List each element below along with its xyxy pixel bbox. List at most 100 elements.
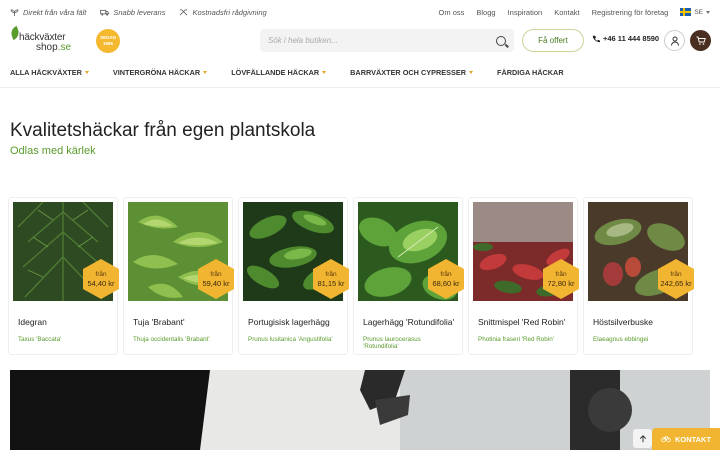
sprout-icon	[10, 8, 19, 16]
price-value: 72,80 kr	[547, 279, 575, 288]
product-latin-name: Prunus lusitanica 'Angustifolia'	[248, 336, 333, 343]
top-link-about[interactable]: Om oss	[439, 8, 465, 17]
chevron-down-icon	[84, 71, 89, 74]
nav-item-evergreen[interactable]: VINTERGRÖNA HÄCKAR	[112, 68, 208, 77]
bicycle-icon	[661, 436, 671, 443]
price-badge: från 68,60 kr	[428, 259, 464, 299]
price-value: 59,40 kr	[202, 279, 230, 288]
product-latin-name: Prunus laurocerasus 'Rotundifolia'	[363, 336, 421, 350]
truck-icon	[100, 9, 110, 16]
phone-link[interactable]: +46 11 444 8590	[592, 34, 659, 43]
product-name[interactable]: Idegran	[18, 316, 113, 328]
cart-icon	[696, 36, 706, 45]
price-from-label: från	[440, 271, 452, 278]
price-from-label: från	[95, 271, 107, 278]
nav-item-ready-hedges[interactable]: FÄRDIGA HÄCKAR	[497, 68, 564, 77]
price-from-label: från	[670, 271, 682, 278]
product-name[interactable]: Tuja 'Brabant'	[133, 316, 228, 328]
hero-banner-image	[10, 370, 710, 450]
phone-icon	[592, 35, 600, 42]
price-value: 68,60 kr	[432, 279, 460, 288]
search-icon[interactable]	[496, 35, 506, 46]
usp-label: Direkt från våra fält	[23, 7, 87, 17]
price-badge: från 81,15 kr	[313, 259, 349, 299]
price-value: 242,65 kr	[660, 279, 692, 288]
product-card[interactable]: från 59,40 kr Tuja 'Brabant' Thuja occid…	[123, 197, 234, 355]
usp-item: Direkt från våra fält	[10, 8, 86, 17]
language-code: SE	[694, 8, 703, 16]
price-badge: från 72,80 kr	[543, 259, 579, 299]
price-value: 54,40 kr	[87, 279, 115, 288]
price-badge: från 242,65 kr	[658, 259, 694, 299]
top-link-business-registration[interactable]: Registrering för företag	[592, 8, 669, 17]
nav-item-deciduous[interactable]: LÖVFÄLLANDE HÄCKAR	[231, 68, 327, 77]
product-card[interactable]: från 54,40 kr Idegran Taxus 'Baccata'	[8, 197, 119, 355]
usp-label: Snabb leverans	[113, 7, 166, 17]
account-button[interactable]	[664, 30, 685, 51]
price-badge: från 59,40 kr	[198, 259, 234, 299]
main-header: häckväxter shop.se SEDAN 1985 Få offert …	[0, 24, 720, 58]
top-link-inspiration[interactable]: Inspiration	[508, 8, 543, 17]
logo-tld: .se	[57, 42, 72, 53]
chevron-down-icon	[706, 10, 710, 14]
since-badge: SEDAN 1985	[96, 29, 120, 53]
product-name[interactable]: Höstsilverbuske	[593, 316, 688, 328]
usp-item: Kostnadsfri rådgivning	[179, 7, 267, 17]
scroll-to-top-button[interactable]	[633, 429, 652, 448]
product-name[interactable]: Lagerhägg 'Rotundifolia'	[363, 316, 458, 328]
site-logo[interactable]: häckväxter shop.se SEDAN 1985	[9, 25, 120, 56]
product-latin-name: Elaeagnus ebbingei	[593, 336, 649, 343]
product-card[interactable]: från 72,80 kr Snittmispel 'Red Robin' Ph…	[468, 197, 579, 355]
product-card[interactable]: från 242,65 kr Höstsilverbuske Elaeagnus…	[583, 197, 694, 355]
search-input[interactable]	[268, 36, 496, 45]
product-name[interactable]: Snittmispel 'Red Robin'	[478, 316, 573, 328]
usp-item: Snabb leverans	[100, 8, 165, 17]
chevron-down-icon	[468, 71, 473, 74]
contact-widget-button[interactable]: KONTAKT	[652, 428, 720, 450]
main-navigation: ALLA HÄCKVÄXTER VINTERGRÖNA HÄCKAR LÖVFÄ…	[0, 58, 720, 88]
top-links: Om oss Blogg Inspiration Kontakt Registr…	[439, 8, 710, 17]
badge-line2: 1985	[102, 41, 113, 46]
nav-label: BARRVÄXTER OCH CYPRESSER	[350, 68, 466, 77]
top-bar: Direkt från våra fält Snabb leverans Kos…	[0, 0, 720, 24]
product-name[interactable]: Portugisisk lagerhägg	[248, 316, 343, 328]
nav-label: ALLA HÄCKVÄXTER	[10, 68, 82, 77]
price-value: 81,15 kr	[317, 279, 345, 288]
usp-list: Direkt från våra fält Snabb leverans Kos…	[10, 8, 267, 17]
search-bar	[260, 29, 514, 52]
nav-label: VINTERGRÖNA HÄCKAR	[112, 68, 201, 77]
logo-name: shop	[36, 42, 58, 53]
usp-label: Kostnadsfri rådgivning	[192, 7, 267, 17]
nav-item-conifers[interactable]: BARRVÄXTER OCH CYPRESSER	[350, 68, 473, 77]
page-title: Kvalitetshäckar från egen plantskola	[10, 120, 316, 141]
product-latin-name: Photinia fraseri 'Red Robin'	[478, 336, 554, 343]
language-selector[interactable]: SE	[680, 8, 710, 16]
top-link-contact[interactable]: Kontakt	[554, 8, 579, 17]
nav-item-all-hedges[interactable]: ALLA HÄCKVÄXTER	[10, 68, 89, 77]
chevron-down-icon	[203, 71, 208, 74]
price-from-label: från	[555, 271, 567, 278]
logo-text-line2: shop.se	[36, 42, 71, 53]
top-link-blog[interactable]: Blogg	[476, 8, 495, 17]
product-card[interactable]: från 68,60 kr Lagerhägg 'Rotundifolia' P…	[353, 197, 464, 355]
logo-mark: häckväxter shop.se	[9, 25, 78, 56]
product-card[interactable]: från 81,15 kr Portugisisk lagerhägg Prun…	[238, 197, 349, 355]
phone-number: +46 11 444 8590	[603, 34, 660, 43]
nav-label: LÖVFÄLLANDE HÄCKAR	[231, 68, 320, 77]
price-from-label: från	[325, 271, 337, 278]
page-subtitle: Odlas med kärlek	[10, 145, 96, 157]
product-latin-name: Taxus 'Baccata'	[18, 336, 62, 343]
contact-label: KONTAKT	[674, 434, 712, 444]
nav-label: FÄRDIGA HÄCKAR	[496, 68, 564, 77]
tools-icon	[180, 8, 188, 15]
product-latin-name: Thuja occidentalis 'Brabant'	[133, 336, 210, 343]
price-from-label: från	[210, 271, 222, 278]
sweden-flag-icon	[680, 8, 692, 16]
price-badge: från 54,40 kr	[83, 259, 119, 299]
product-grid: från 54,40 kr Idegran Taxus 'Baccata' fr…	[8, 197, 694, 355]
chevron-down-icon	[322, 71, 327, 74]
user-icon	[670, 36, 679, 46]
arrow-up-icon	[639, 434, 646, 442]
get-quote-button[interactable]: Få offert	[522, 29, 584, 52]
cart-button[interactable]	[690, 30, 711, 51]
